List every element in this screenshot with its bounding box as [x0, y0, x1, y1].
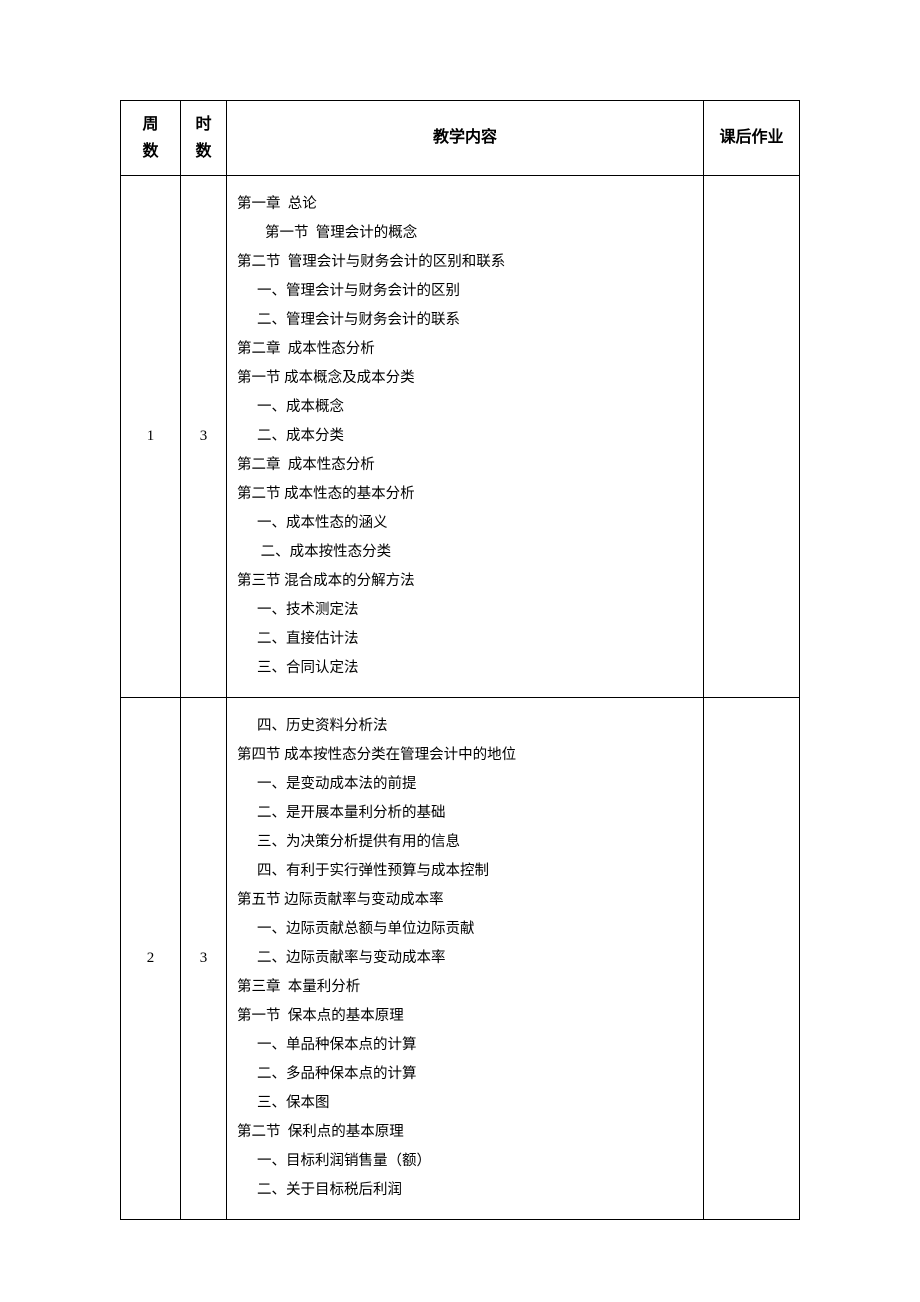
- content-line: 二、多品种保本点的计算: [237, 1060, 693, 1089]
- content-line: 第二节 成本性态的基本分析: [237, 480, 693, 509]
- content-line: 第一节 管理会计的概念: [237, 219, 693, 248]
- content-line: 第五节 边际贡献率与变动成本率: [237, 886, 693, 915]
- content-line: 一、目标利润销售量（额）: [237, 1147, 693, 1176]
- content-line: 第四节 成本按性态分类在管理会计中的地位: [237, 741, 693, 770]
- content-line: 四、有利于实行弹性预算与成本控制: [237, 857, 693, 886]
- content-line: 三、合同认定法: [237, 654, 693, 683]
- content-line: 二、管理会计与财务会计的联系: [237, 306, 693, 335]
- content-line: 第一章 总论: [237, 190, 693, 219]
- week-cell: 2: [121, 698, 181, 1220]
- content-line: 第一节 成本概念及成本分类: [237, 364, 693, 393]
- content-cell: 第一章 总论第一节 管理会计的概念第二节 管理会计与财务会计的区别和联系一、管理…: [227, 176, 704, 698]
- header-hours: 时数: [181, 101, 227, 176]
- content-line: 三、保本图: [237, 1089, 693, 1118]
- content-line: 一、技术测定法: [237, 596, 693, 625]
- content-line: 二、边际贡献率与变动成本率: [237, 944, 693, 973]
- header-content-text: 教学内容: [433, 129, 497, 146]
- content-line: 三、为决策分析提供有用的信息: [237, 828, 693, 857]
- content-line: 一、成本性态的涵义: [237, 509, 693, 538]
- content-line: 二、成本分类: [237, 422, 693, 451]
- header-week: 周数: [121, 101, 181, 176]
- content-line: 一、边际贡献总额与单位边际贡献: [237, 915, 693, 944]
- hours-cell: 3: [181, 176, 227, 698]
- header-homework: 课后作业: [704, 101, 800, 176]
- table-row: 23四、历史资料分析法第四节 成本按性态分类在管理会计中的地位一、是变动成本法的…: [121, 698, 800, 1220]
- content-line: 第三节 混合成本的分解方法: [237, 567, 693, 596]
- table-row: 13第一章 总论第一节 管理会计的概念第二节 管理会计与财务会计的区别和联系一、…: [121, 176, 800, 698]
- homework-cell: [704, 698, 800, 1220]
- content-line: 第二章 成本性态分析: [237, 451, 693, 480]
- content-line: 第一节 保本点的基本原理: [237, 1002, 693, 1031]
- content-line: 二、直接估计法: [237, 625, 693, 654]
- content-line: 第二章 成本性态分析: [237, 335, 693, 364]
- syllabus-table: 周数 时数 教学内容 课后作业 13第一章 总论第一节 管理会计的概念第二节 管…: [120, 100, 800, 1220]
- hours-cell: 3: [181, 698, 227, 1220]
- content-line: 第二节 管理会计与财务会计的区别和联系: [237, 248, 693, 277]
- content-line: 二、成本按性态分类: [237, 538, 693, 567]
- content-cell: 四、历史资料分析法第四节 成本按性态分类在管理会计中的地位一、是变动成本法的前提…: [227, 698, 704, 1220]
- week-cell: 1: [121, 176, 181, 698]
- header-content: 教学内容: [227, 101, 704, 176]
- content-line: 二、关于目标税后利润: [237, 1176, 693, 1205]
- table-header-row: 周数 时数 教学内容 课后作业: [121, 101, 800, 176]
- content-line: 二、是开展本量利分析的基础: [237, 799, 693, 828]
- content-line: 一、是变动成本法的前提: [237, 770, 693, 799]
- content-line: 一、管理会计与财务会计的区别: [237, 277, 693, 306]
- content-line: 四、历史资料分析法: [237, 712, 693, 741]
- content-line: 一、成本概念: [237, 393, 693, 422]
- content-line: 一、单品种保本点的计算: [237, 1031, 693, 1060]
- content-line: 第二节 保利点的基本原理: [237, 1118, 693, 1147]
- content-line: 第三章 本量利分析: [237, 973, 693, 1002]
- homework-cell: [704, 176, 800, 698]
- header-homework-text: 课后作业: [719, 129, 783, 146]
